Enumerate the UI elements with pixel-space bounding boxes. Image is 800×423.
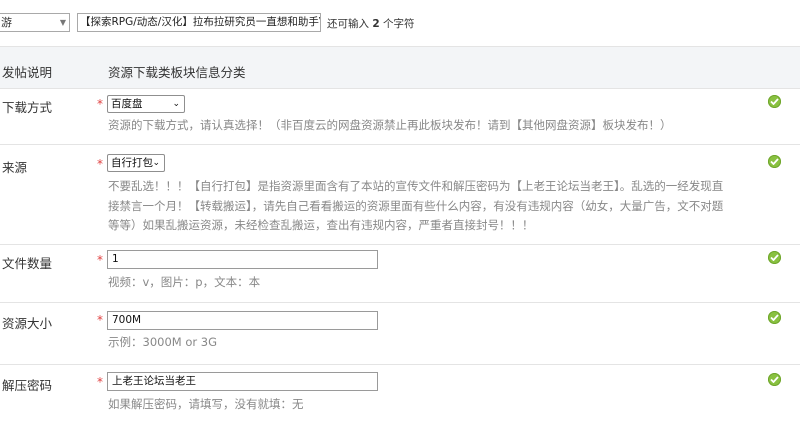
source-hint-line-2: 接禁言一个月！【转载搬运】，请先自己看看搬运的资源里面有些什么内容，有没有违规内… xyxy=(108,199,724,213)
chevron-down-icon: ▼ xyxy=(59,18,66,27)
header-label: 发帖说明 xyxy=(2,65,53,80)
check-circle-icon xyxy=(768,155,781,168)
category-select[interactable]: 游 ▼ xyxy=(0,13,70,32)
unzip-password-label: 解压密码 xyxy=(2,378,53,393)
resource-size-input[interactable]: 700M xyxy=(107,311,378,330)
post-instructions-header: 发帖说明 资源下载类板块信息分类 xyxy=(0,46,800,88)
file-count-row: 文件数量 * 1 视频：v，图片：p，文本：本 xyxy=(0,244,800,302)
resource-size-label: 资源大小 xyxy=(2,316,53,331)
download-method-label: 下载方式 xyxy=(2,100,53,115)
char-tip-prefix: 还可输入 xyxy=(327,18,373,30)
source-label: 来源 xyxy=(2,160,28,175)
chevron-down-icon: ⌄ xyxy=(172,99,180,109)
unzip-password-hint: 如果解压密码，请填写，没有就填：无 xyxy=(108,397,304,411)
source-select[interactable]: 自行打包 ⌄ xyxy=(107,154,165,172)
required-marker: * xyxy=(97,97,103,111)
char-count-tip: 还可输入 2 个字符 xyxy=(327,16,415,31)
check-circle-icon xyxy=(768,373,781,386)
required-marker: * xyxy=(97,253,103,267)
resource-size-hint: 示例：3000M or 3G xyxy=(108,335,217,349)
unzip-password-input[interactable]: 上老王论坛当老王 xyxy=(107,372,378,391)
download-method-value: 百度盘 xyxy=(111,98,143,110)
source-hint-line-3: 等等）如果乱搬运资源，未经检查乱搬运，查出有违规内容，严重者直接封号！！！ xyxy=(108,218,534,232)
char-tip-count: 2 xyxy=(372,18,380,30)
source-hint-line-1: 不要乱选！！！【自行打包】是指资源里面含有了本站的宣传文件和解压密码为【上老王论… xyxy=(108,179,724,193)
unzip-password-row: 解压密码 * 上老王论坛当老王 如果解压密码，请填写，没有就填：无 xyxy=(0,364,800,423)
required-marker: * xyxy=(97,313,103,327)
check-circle-icon xyxy=(768,95,781,108)
required-marker: * xyxy=(97,375,103,389)
thread-title-input[interactable]: 【探索RPG/动态/汉化】拉布拉研究员一直想和助手V1.0. xyxy=(77,13,321,32)
download-method-select[interactable]: 百度盘 ⌄ xyxy=(107,95,185,113)
source-row: 来源 * 自行打包 ⌄ 不要乱选！！！【自行打包】是指资源里面含有了本站的宣传文… xyxy=(0,144,800,244)
header-title: 资源下载类板块信息分类 xyxy=(108,65,246,80)
resource-size-row: 资源大小 * 700M 示例：3000M or 3G xyxy=(0,302,800,364)
download-method-hint: 资源的下载方式，请认真选择！（非百度云的网盘资源禁止再此板块发布！请到【其他网盘… xyxy=(108,118,672,132)
source-value: 自行打包 xyxy=(111,157,153,169)
check-circle-icon xyxy=(768,251,781,264)
download-method-row: 下载方式 * 百度盘 ⌄ 资源的下载方式，请认真选择！（非百度云的网盘资源禁止再… xyxy=(0,88,800,144)
file-count-input[interactable]: 1 xyxy=(107,250,378,269)
char-tip-suffix: 个字符 xyxy=(379,18,415,30)
chevron-down-icon: ⌄ xyxy=(152,158,160,168)
category-select-value: 游 xyxy=(1,16,12,29)
file-count-hint: 视频：v，图片：p，文本：本 xyxy=(108,275,261,289)
check-circle-icon xyxy=(768,311,781,324)
file-count-label: 文件数量 xyxy=(2,256,53,271)
required-marker: * xyxy=(97,157,103,171)
